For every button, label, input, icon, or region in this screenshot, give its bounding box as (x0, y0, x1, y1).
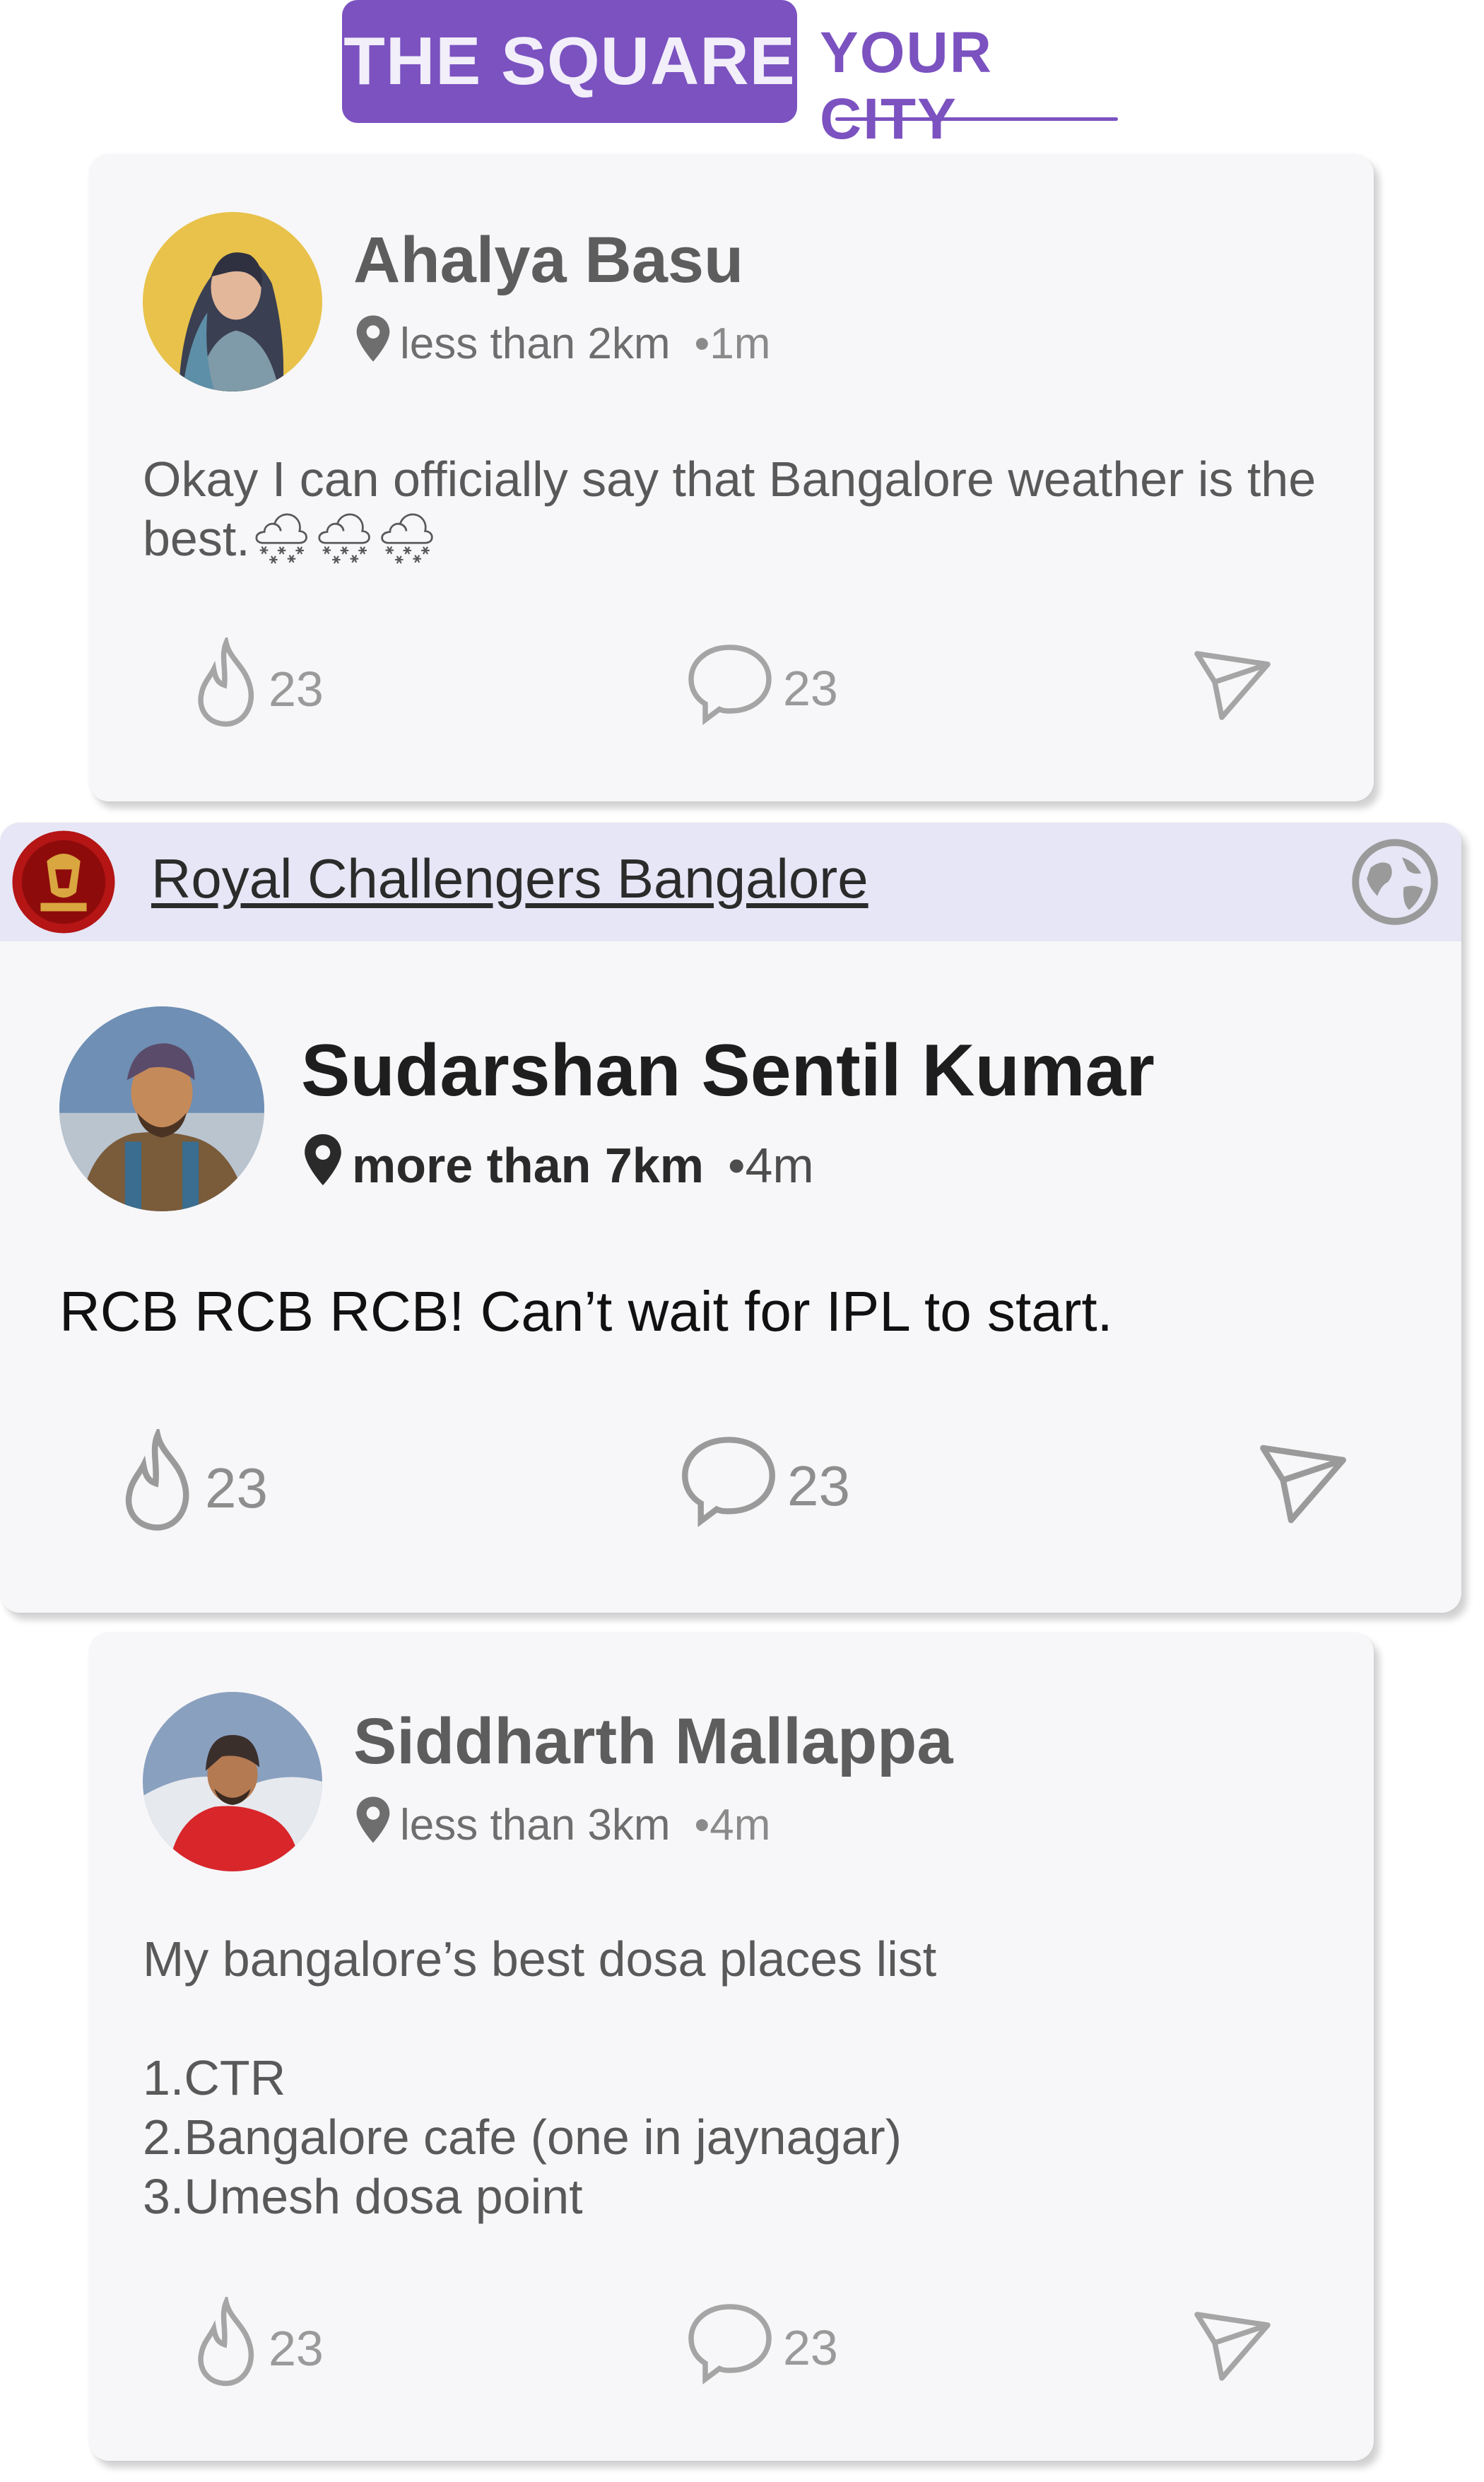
comment-count: 23 (783, 661, 838, 716)
like-count: 23 (269, 2321, 324, 2376)
tab-your-city[interactable]: YOUR CITY (820, 20, 1117, 151)
tab-bar: THE SQUARE YOUR CITY (0, 0, 1484, 151)
send-icon[interactable] (1255, 1436, 1351, 1546)
community-name-link[interactable]: Royal Challengers Bangalore (151, 847, 868, 911)
comment-action[interactable]: 23 (677, 1432, 850, 1541)
avatar[interactable] (143, 212, 322, 392)
post-card[interactable]: Royal Challengers Bangalore Sudarshan Se… (0, 823, 1461, 1613)
like-count: 23 (205, 1456, 268, 1519)
author-name[interactable]: Sudarshan Sentil Kumar (301, 1029, 1155, 1113)
avatar[interactable] (59, 1006, 264, 1211)
send-icon[interactable] (1190, 643, 1275, 739)
feed-page: THE SQUARE YOUR CITY Ahalya Basu less th… (0, 0, 1484, 2482)
send-icon[interactable] (1190, 2304, 1275, 2400)
comment-count: 23 (783, 2320, 838, 2375)
post-meta: less than 3km •4m (353, 1795, 770, 1855)
share-action[interactable] (1190, 643, 1275, 739)
comment-icon[interactable] (677, 1432, 780, 1541)
post-card[interactable]: Ahalya Basu less than 2km •1m Okay I can… (89, 154, 1374, 801)
location-pin-icon (353, 314, 393, 374)
post-text: Okay I can officially say that Bangalore… (143, 452, 1317, 566)
like-action[interactable]: 23 (191, 2293, 324, 2400)
post-text: My bangalore’s best dosa places list 1.C… (143, 1931, 937, 2224)
like-action[interactable]: 23 (117, 1425, 268, 1547)
distance-label: less than 2km (400, 319, 671, 368)
location-pin-icon (301, 1132, 345, 1199)
comment-icon[interactable] (684, 2300, 776, 2396)
author-name[interactable]: Ahalya Basu (353, 223, 743, 298)
comment-icon[interactable] (684, 640, 776, 736)
time-label: •1m (694, 319, 771, 368)
globe-icon[interactable] (1351, 838, 1439, 926)
post-card[interactable]: Siddharth Mallappa less than 3km •4m My … (89, 1633, 1374, 2461)
share-action[interactable] (1190, 2304, 1275, 2400)
avatar[interactable] (143, 1692, 322, 1871)
like-action[interactable]: 23 (191, 634, 324, 741)
rcb-logo[interactable] (11, 830, 116, 934)
flame-icon[interactable] (117, 1425, 198, 1547)
post-meta: more than 7km •4m (301, 1132, 814, 1199)
comment-action[interactable]: 23 (684, 640, 838, 736)
comment-count: 23 (787, 1454, 850, 1517)
distance-label: more than 7km (352, 1138, 704, 1193)
share-action[interactable] (1255, 1436, 1351, 1546)
tab-your-city-underline (835, 117, 1118, 121)
tab-the-square[interactable]: THE SQUARE (342, 0, 797, 123)
time-label: •4m (727, 1138, 814, 1193)
location-pin-icon (353, 1795, 393, 1855)
time-label: •4m (694, 1801, 771, 1849)
author-name[interactable]: Siddharth Mallappa (353, 1705, 953, 1779)
community-header: Royal Challengers Bangalore (0, 823, 1461, 941)
distance-label: less than 3km (400, 1801, 671, 1849)
post-text: RCB RCB RCB! Can’t wait for IPL to start… (59, 1280, 1113, 1343)
like-count: 23 (269, 661, 324, 717)
flame-icon[interactable] (191, 2293, 261, 2400)
comment-action[interactable]: 23 (684, 2300, 838, 2396)
post-meta: less than 2km •1m (353, 314, 770, 374)
flame-icon[interactable] (191, 634, 261, 741)
